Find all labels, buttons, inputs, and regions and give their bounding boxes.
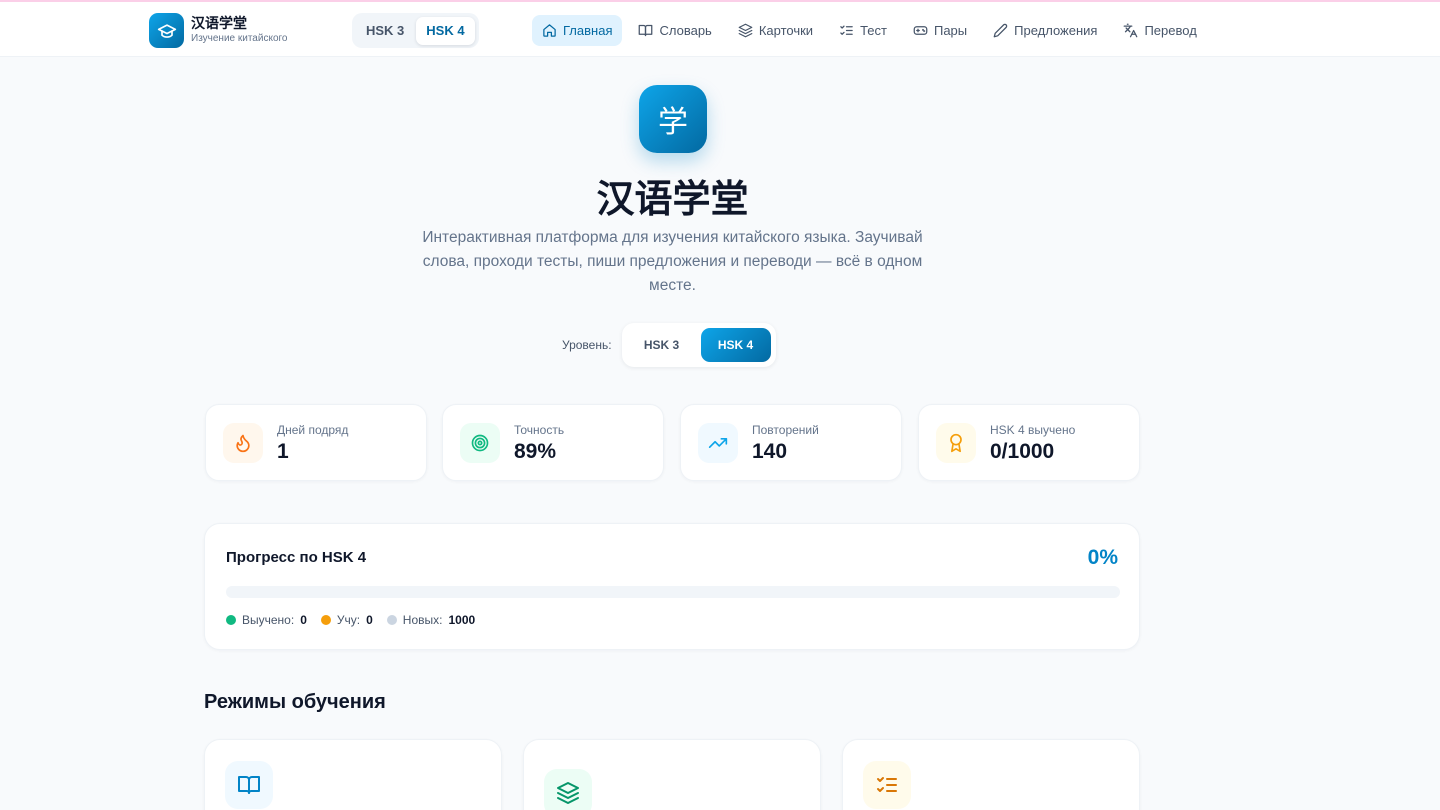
header-level-hsk3[interactable]: HSK 3 xyxy=(356,17,414,45)
layers-icon xyxy=(544,769,592,810)
stat-card-streak: Дней подряд 1 xyxy=(205,404,427,481)
legend-value: 1000 xyxy=(448,613,476,627)
progress-legend: Выучено: 0 Учу: 0 Новых: 1000 xyxy=(226,613,475,627)
legend-learned: Выучено: 0 xyxy=(226,613,307,627)
translate-icon xyxy=(1124,23,1138,38)
stat-value: 140 xyxy=(752,440,788,463)
level-label: Уровень: xyxy=(562,338,612,352)
mode-card-flashcards[interactable] xyxy=(523,739,821,810)
nav-home[interactable]: Главная xyxy=(532,15,623,46)
app-logo[interactable]: 汉语学堂 Изучение китайского xyxy=(149,13,288,48)
graduation-cap-icon xyxy=(149,13,184,48)
mode-card-test[interactable] xyxy=(842,739,1140,810)
stat-value: 1 xyxy=(277,440,289,463)
hero-logo: 学 xyxy=(639,85,707,153)
legend-label: Учу: xyxy=(336,613,361,627)
level-option-hsk3[interactable]: HSK 3 xyxy=(627,328,697,362)
nav-translate-label: Перевод xyxy=(1144,23,1197,38)
learned-dot-icon xyxy=(226,615,236,625)
list-check-icon xyxy=(863,761,911,809)
app-header: 汉语学堂 Изучение китайского HSK 3 HSK 4 Гла… xyxy=(0,2,1440,57)
main-nav: Главная Словарь Карточки Тест Пары Предл… xyxy=(532,15,1207,46)
stat-value: 0/1000 xyxy=(990,440,1055,463)
modes-section-title: Режимы обучения xyxy=(204,691,386,713)
learning-dot-icon xyxy=(320,615,331,625)
nav-translate[interactable]: Перевод xyxy=(1113,15,1206,46)
progress-bar xyxy=(226,586,1120,598)
nav-pairs-label: Пары xyxy=(933,23,968,38)
nav-sentences[interactable]: Предложения xyxy=(983,15,1107,46)
stat-card-learned: HSK 4 выучено 0/1000 xyxy=(918,404,1140,481)
nav-sentences-label: Предложения xyxy=(1014,23,1098,38)
progress-percent: 0% xyxy=(1087,546,1118,569)
stat-label: HSK 4 выучено xyxy=(990,423,1076,437)
book-icon xyxy=(639,24,653,37)
stat-label: Точность xyxy=(514,423,565,437)
layers-icon xyxy=(738,23,753,38)
legend-value: 0 xyxy=(300,613,307,627)
hero-description: Интерактивная платформа для изучения кит… xyxy=(422,229,923,294)
legend-label: Выучено: xyxy=(242,613,295,627)
legend-new: Новых: 1000 xyxy=(386,613,476,627)
level-selector: Уровень: HSK 3 HSK 4 xyxy=(562,323,776,367)
progress-title: Прогресс по HSK 4 xyxy=(226,549,367,566)
nav-pairs[interactable]: Пары xyxy=(903,15,977,46)
stat-value: 89% xyxy=(514,440,557,463)
app-title: 汉语学堂 xyxy=(191,16,247,32)
award-icon xyxy=(936,423,976,463)
legend-label: Новых: xyxy=(402,613,443,627)
pencil-icon xyxy=(993,23,1008,38)
app-subtitle: Изучение китайского xyxy=(191,33,288,44)
nav-dictionary[interactable]: Словарь xyxy=(628,15,721,46)
trending-up-icon xyxy=(698,423,738,463)
flame-icon xyxy=(223,423,263,463)
stat-label: Повторений xyxy=(752,423,819,437)
stat-label: Дней подряд xyxy=(277,423,349,437)
hero-title: 汉语学堂 xyxy=(596,177,749,221)
stat-card-reviews: Повторений 140 xyxy=(680,404,902,481)
list-check-icon xyxy=(840,25,853,35)
level-switch: HSK 3 HSK 4 xyxy=(621,323,776,367)
mode-card-dictionary[interactable] xyxy=(204,739,502,810)
nav-home-label: Главная xyxy=(563,23,613,38)
book-open-icon xyxy=(225,761,273,809)
legend-value: 0 xyxy=(366,613,373,627)
new-dot-icon xyxy=(386,615,397,625)
nav-cards-label: Карточки xyxy=(758,23,814,38)
nav-cards[interactable]: Карточки xyxy=(728,15,823,46)
nav-test-label: Тест xyxy=(860,23,887,38)
level-option-hsk4[interactable]: HSK 4 xyxy=(700,328,771,362)
nav-dictionary-label: Словарь xyxy=(659,23,712,38)
nav-test[interactable]: Тест xyxy=(829,15,897,46)
header-level-hsk4[interactable]: HSK 4 xyxy=(416,16,475,45)
legend-learning: Учу: 0 xyxy=(320,613,373,627)
gamepad-icon xyxy=(913,26,928,35)
header-level-switch: HSK 3 HSK 4 xyxy=(352,13,479,48)
stat-card-accuracy: Точность 89% xyxy=(442,404,664,481)
progress-card: Прогресс по HSK 4 0% Выучено: 0 Учу: 0 Н… xyxy=(204,523,1140,650)
home-icon xyxy=(543,24,556,37)
target-icon xyxy=(460,423,500,463)
